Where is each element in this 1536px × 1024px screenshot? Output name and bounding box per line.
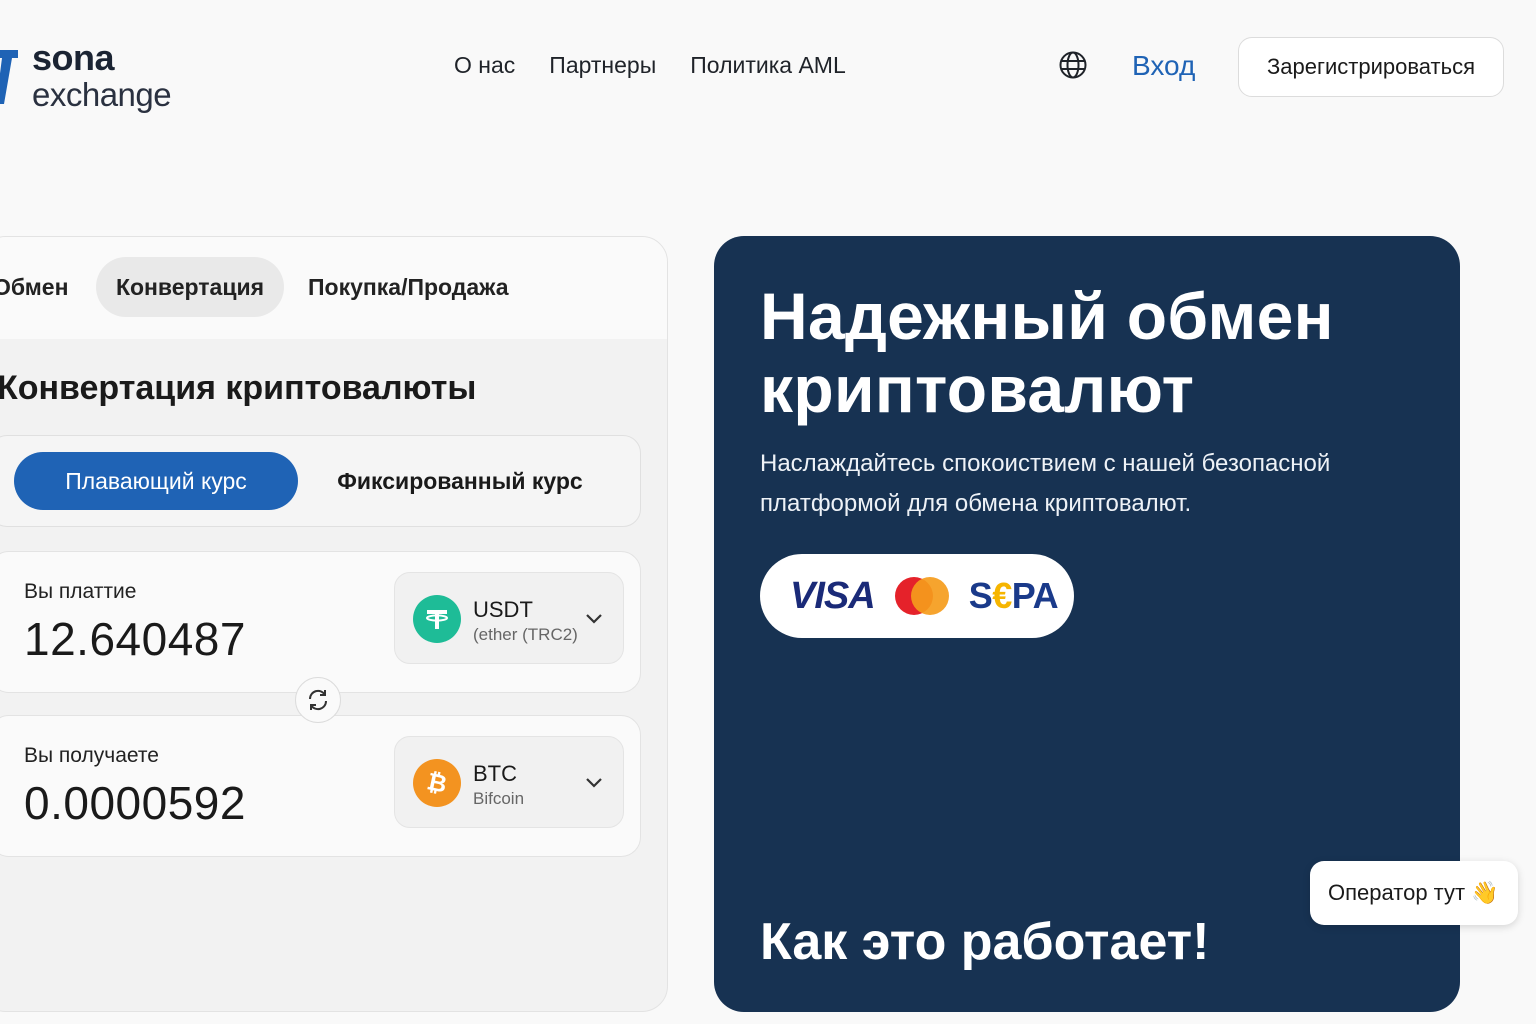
page: sona exchange О нас Партнеры Политика AM… xyxy=(0,0,1536,1024)
chevron-down-icon xyxy=(586,778,602,788)
nav-aml-policy[interactable]: Политика AML xyxy=(690,52,846,79)
logo-text: sona exchange xyxy=(32,37,172,113)
btc-icon: ₿ xyxy=(413,759,461,807)
fixed-rate-button[interactable]: Фиксированный курс xyxy=(330,452,590,510)
receive-currency-name: Bifcoin xyxy=(473,789,525,808)
nav-about[interactable]: О нас xyxy=(454,52,515,79)
receive-amount-box: Вы получаете 0.0000592 ₿ BTC Bifcoin xyxy=(0,715,641,857)
swap-button[interactable] xyxy=(295,677,341,723)
visa-logo: VISA xyxy=(790,574,876,617)
nav-partners[interactable]: Партнеры xyxy=(549,52,656,79)
receive-currency-select[interactable]: ₿ BTC Bifcoin xyxy=(394,736,624,828)
converter-card: Обмен Конвертация Покупка/Продажа Конвер… xyxy=(0,236,668,1012)
hero-subtitle: Наслаждайтесь спокоиствием с нашей безоп… xyxy=(760,450,1331,517)
svg-text:₿: ₿ xyxy=(425,768,450,798)
login-link[interactable]: Вход xyxy=(1132,50,1195,82)
pay-label: Вы платтие xyxy=(24,580,137,603)
receive-currency-code: BTC xyxy=(473,761,517,786)
globe-icon[interactable] xyxy=(1058,50,1088,80)
pay-amount-input[interactable]: 12.640487 xyxy=(24,612,246,666)
tab-buy-sell[interactable]: Покупка/Продажа xyxy=(308,257,509,317)
tab-conversion[interactable]: Конвертация xyxy=(96,257,284,317)
how-it-works-heading: Как это работает! xyxy=(760,913,1210,971)
main-nav: О нас Партнеры Политика AML xyxy=(454,52,846,79)
receive-label: Вы получаете xyxy=(24,744,159,767)
pay-amount-box: Вы платтие 12.640487 USDT (ether (TRC2) xyxy=(0,551,641,693)
rate-toggle: Плавающий курс Фиксированный курс xyxy=(0,435,641,527)
mastercard-icon xyxy=(894,577,949,615)
hero-title: Надежный обмен криптовалют xyxy=(760,279,1334,426)
tab-exchange[interactable]: Обмен xyxy=(0,257,69,317)
converter-tabs: Обмен Конвертация Покупка/Продажа xyxy=(0,237,667,339)
sepa-logo: S€PA xyxy=(968,575,1059,616)
waving-hand-icon: 👋 xyxy=(1471,880,1499,905)
pay-currency-name: (ether (TRC2) xyxy=(473,625,578,644)
logo-mark-icon xyxy=(0,50,18,104)
receive-amount-value: 0.0000592 xyxy=(24,777,246,829)
payment-methods: VISA S€PA xyxy=(760,554,1074,638)
pay-currency-code: USDT xyxy=(473,597,533,622)
logo-name: sona xyxy=(32,37,115,78)
usdt-icon xyxy=(413,595,461,643)
converter-title: Конвертация криптовалюты xyxy=(0,369,477,407)
pay-currency-select[interactable]: USDT (ether (TRC2) xyxy=(394,572,624,664)
logo[interactable]: sona exchange xyxy=(0,37,172,113)
chevron-down-icon xyxy=(586,614,602,624)
register-button[interactable]: Зарегистрироваться xyxy=(1238,37,1504,97)
logo-sub: exchange xyxy=(32,76,172,113)
floating-rate-button[interactable]: Плавающий курс xyxy=(14,452,298,510)
operator-label: Оператор тут xyxy=(1328,880,1466,905)
operator-chat-button[interactable]: Оператор тут 👋 xyxy=(1310,861,1518,925)
swap-arrows-icon xyxy=(308,689,328,711)
